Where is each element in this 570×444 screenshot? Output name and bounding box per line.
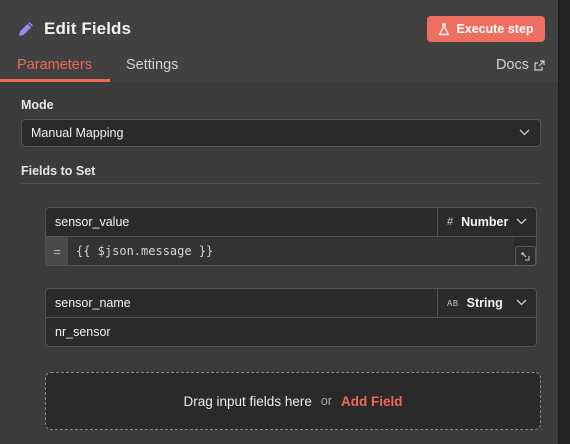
field-name-input[interactable]: sensor_value [46,208,438,237]
chevron-down-icon [516,218,527,225]
fields-to-set-label: Fields to Set [21,164,96,178]
expression-equals-icon: = [46,237,68,265]
mode-select[interactable]: Manual Mapping [21,119,541,147]
docs-label: Docs [495,57,529,73]
field-type-select[interactable]: # Number [438,208,536,237]
execute-step-button[interactable]: Execute step [427,16,545,42]
section-divider [21,183,541,184]
page-title: Edit Fields [44,19,132,38]
chevron-down-icon [519,129,530,136]
external-link-icon [534,59,545,71]
title-row: Edit Fields [16,16,131,42]
field-value-row: = {{ $json.message }} [46,237,536,266]
string-type-icon: AB [447,298,459,308]
chevron-down-icon [516,299,527,306]
field-type-value: Number [461,215,509,229]
flask-icon [439,22,450,35]
scrollbar-track[interactable] [559,0,570,444]
field-card: sensor_value # Number = {{ $json.message… [45,207,537,266]
open-expression-editor-button[interactable] [515,246,536,266]
field-value: nr_sensor [55,325,111,339]
field-name-input[interactable]: sensor_name [46,289,438,318]
field-name-value: sensor_name [55,296,131,310]
execute-step-label: Execute step [456,22,534,36]
drop-zone[interactable]: Drag input fields here or Add Field [45,372,541,430]
drop-zone-or: or [320,394,332,408]
tab-parameters[interactable]: Parameters [17,57,92,73]
active-tab-indicator [0,79,110,82]
add-field-button[interactable]: Add Field [341,394,403,409]
field-card: sensor_name AB String nr_sensor [45,288,537,347]
field-type-select[interactable]: AB String [438,289,536,318]
number-type-icon: # [447,216,454,228]
pencil-icon [19,22,33,36]
docs-link[interactable]: Docs [496,57,545,73]
mode-label: Mode [21,98,54,112]
expression-value: {{ $json.message }} [76,244,214,258]
panel-header: Edit Fields Execute step Parameters Sett… [0,0,558,82]
edit-fields-panel: Edit Fields Execute step Parameters Sett… [0,0,559,444]
expression-input[interactable]: {{ $json.message }} [68,237,514,265]
tab-bar: Parameters Settings Docs [0,52,558,82]
tab-settings[interactable]: Settings [126,57,178,73]
mode-selected-value: Manual Mapping [31,126,124,140]
drop-zone-text: Drag input fields here [183,393,312,409]
field-type-value: String [466,296,503,310]
expand-icon [521,252,530,260]
field-name-value: sensor_value [55,215,130,229]
field-value-input[interactable]: nr_sensor [46,318,536,346]
